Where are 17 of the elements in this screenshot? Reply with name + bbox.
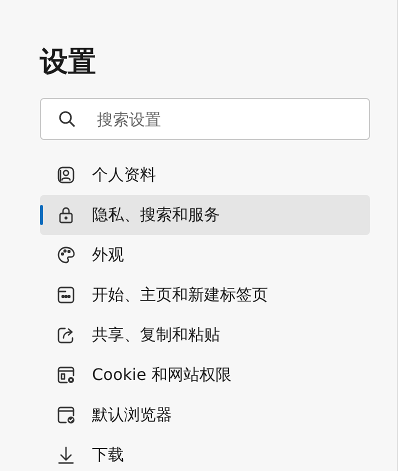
page-title: 设置 bbox=[40, 44, 97, 80]
profile-icon bbox=[56, 165, 76, 185]
search-icon bbox=[58, 110, 76, 128]
nav-item[interactable]: 外观 bbox=[40, 235, 370, 275]
nav-item[interactable]: 共享、复制和粘贴 bbox=[40, 315, 370, 355]
nav-item[interactable]: 下载 bbox=[40, 435, 370, 471]
nav-item[interactable]: 开始、主页和新建标签页 bbox=[40, 275, 370, 315]
nav-item[interactable]: 个人资料 bbox=[40, 155, 370, 195]
palette-icon bbox=[56, 245, 76, 265]
share-icon bbox=[56, 325, 76, 345]
nav-item[interactable]: Cookie 和网站权限 bbox=[40, 355, 370, 395]
tab-page-icon bbox=[56, 285, 76, 305]
nav-item[interactable]: 隐私、搜索和服务 bbox=[40, 195, 370, 235]
nav-item[interactable]: 默认浏览器 bbox=[40, 395, 370, 435]
download-icon bbox=[56, 445, 76, 465]
search-field[interactable]: 搜索设置 bbox=[40, 98, 370, 140]
window-check-icon bbox=[56, 405, 76, 425]
